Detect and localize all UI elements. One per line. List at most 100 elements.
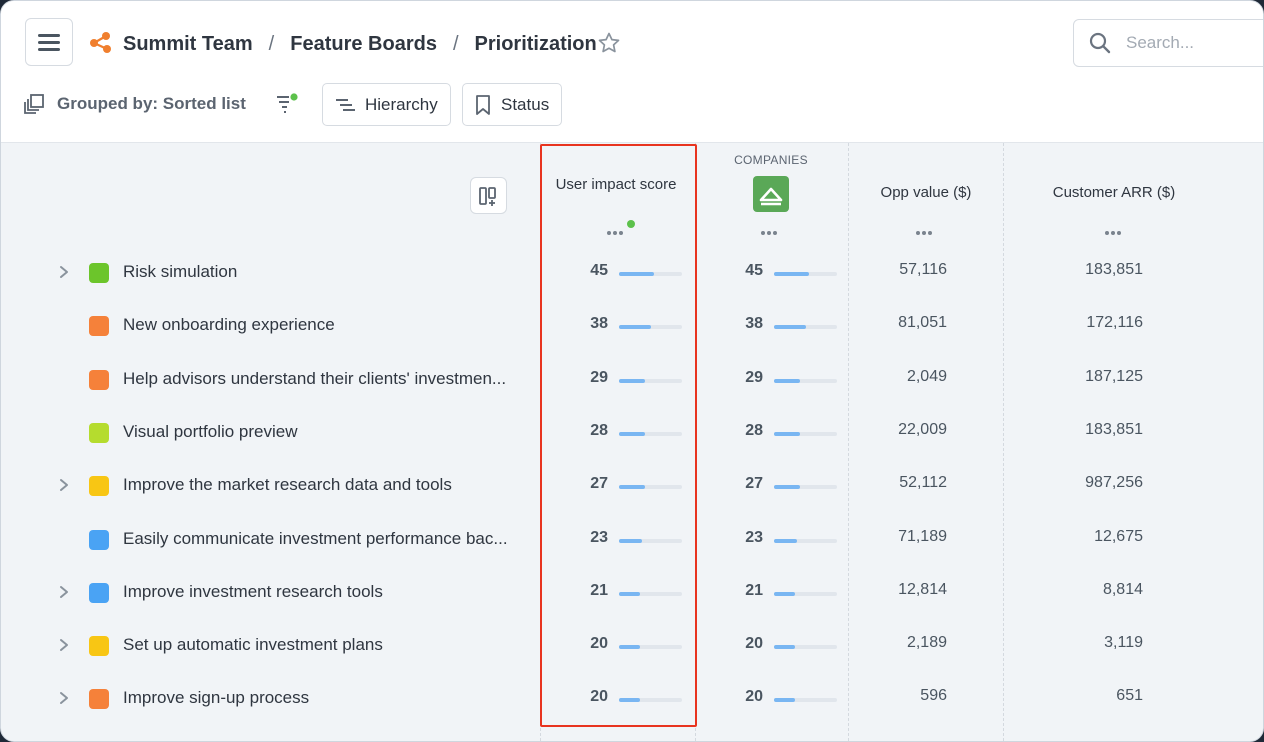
table-row[interactable]: Risk simulation 45 45 57,116 183,851 bbox=[1, 247, 1263, 300]
companies-bar-fill bbox=[774, 325, 806, 330]
breadcrumb-prioritization: Prioritization bbox=[474, 32, 597, 55]
user-impact-bar-fill bbox=[619, 698, 640, 703]
hamburger-icon bbox=[38, 34, 60, 51]
user-impact-bar bbox=[619, 485, 682, 490]
column-menu-icon[interactable] bbox=[607, 230, 627, 236]
search-input[interactable] bbox=[1126, 33, 1246, 53]
feature-title[interactable]: New onboarding experience bbox=[123, 315, 533, 335]
companies-score: 29 bbox=[745, 368, 763, 386]
user-impact-bar bbox=[619, 591, 682, 596]
column-menu-icon[interactable] bbox=[1105, 230, 1125, 236]
menu-button[interactable] bbox=[25, 18, 73, 66]
add-column-icon bbox=[478, 186, 496, 206]
team-logo-icon bbox=[90, 32, 111, 53]
opp-value-cell: 22,009 bbox=[898, 420, 947, 438]
column-header-user-impact[interactable]: User impact score bbox=[546, 175, 686, 194]
feature-title[interactable]: Easily communicate investment performanc… bbox=[123, 529, 533, 549]
bookmark-icon bbox=[476, 94, 490, 115]
user-impact-bar-fill bbox=[619, 272, 654, 276]
table-row[interactable]: Visual portfolio preview 28 28 22,009 183,85… bbox=[1, 407, 1263, 460]
user-impact-bar-fill bbox=[619, 378, 645, 383]
feature-title[interactable]: Visual portfolio preview bbox=[123, 422, 533, 442]
column-filter-indicator bbox=[627, 220, 635, 228]
status-color-square bbox=[89, 369, 109, 390]
companies-integration-icon[interactable] bbox=[753, 176, 789, 212]
opp-value-cell: 52,112 bbox=[899, 474, 947, 492]
column-menu-icon[interactable] bbox=[761, 230, 781, 236]
user-impact-bar bbox=[619, 645, 682, 650]
hierarchy-button[interactable]: Hierarchy bbox=[322, 83, 451, 126]
search-icon bbox=[1089, 32, 1111, 54]
user-impact-score: 45 bbox=[590, 262, 608, 279]
user-impact-bar bbox=[619, 431, 682, 436]
user-impact-bar-fill bbox=[619, 591, 640, 596]
status-color-square bbox=[89, 476, 109, 497]
column-header-customer-arr[interactable]: Customer ARR ($) bbox=[1006, 184, 1222, 201]
breadcrumb-team[interactable]: Summit Team bbox=[123, 33, 253, 56]
breadcrumb-feature-boards[interactable]: Feature Boards bbox=[290, 33, 437, 56]
feature-title[interactable]: Improve investment research tools bbox=[123, 582, 533, 602]
star-icon[interactable] bbox=[597, 31, 621, 55]
companies-score: 38 bbox=[745, 315, 763, 333]
customer-arr-cell: 651 bbox=[1116, 687, 1143, 705]
status-color-square bbox=[89, 636, 109, 657]
user-impact-bar bbox=[619, 538, 682, 543]
group-by-control[interactable]: Grouped by: Sorted list bbox=[23, 93, 246, 115]
table-row[interactable]: Improve investment research tools 21 21 12,… bbox=[1, 567, 1263, 620]
user-impact-score: 23 bbox=[590, 528, 608, 546]
opp-value-cell: 81,051 bbox=[898, 314, 947, 332]
column-header-opp-value[interactable]: Opp value ($) bbox=[851, 184, 1001, 201]
opp-value-cell: 2,189 bbox=[906, 634, 947, 652]
group-by-label: Grouped by: Sorted list bbox=[57, 94, 246, 113]
user-impact-score: 28 bbox=[590, 421, 608, 439]
status-color-square bbox=[89, 689, 109, 710]
column-menu-icon[interactable] bbox=[916, 230, 936, 236]
companies-score: 21 bbox=[745, 581, 763, 599]
companies-bar bbox=[774, 325, 837, 330]
grouping-icon bbox=[24, 94, 44, 114]
user-impact-bar-fill bbox=[619, 325, 651, 330]
add-column-button[interactable] bbox=[470, 177, 507, 214]
customer-arr-cell: 183,851 bbox=[1085, 261, 1143, 278]
opp-value-cell: 596 bbox=[920, 687, 947, 705]
search-box[interactable] bbox=[1073, 19, 1263, 67]
user-impact-bar bbox=[619, 272, 682, 276]
app-window: Summit Team / Feature Boards / Prioritiz… bbox=[0, 0, 1264, 742]
status-color-square bbox=[89, 316, 109, 337]
hierarchy-label: Hierarchy bbox=[365, 94, 438, 114]
user-impact-score: 21 bbox=[590, 581, 608, 599]
companies-bar-fill bbox=[774, 645, 795, 650]
table-row[interactable]: Help advisors understand their clients' … bbox=[1, 354, 1263, 407]
table-row[interactable]: Improve sign-up process 20 20 596 651 bbox=[1, 673, 1263, 726]
chevron-right-icon[interactable] bbox=[57, 265, 71, 279]
table-row[interactable]: New onboarding experience 38 38 81,051 172,1… bbox=[1, 300, 1263, 353]
user-impact-bar-fill bbox=[619, 485, 645, 490]
user-impact-score: 20 bbox=[590, 635, 608, 653]
opp-value-cell: 2,049 bbox=[906, 367, 947, 385]
customer-arr-cell: 3,119 bbox=[1104, 634, 1143, 652]
companies-bar bbox=[774, 485, 837, 490]
chevron-right-icon[interactable] bbox=[57, 478, 71, 492]
breadcrumb-separator: / bbox=[268, 32, 275, 55]
feature-title[interactable]: Improve sign-up process bbox=[123, 688, 533, 708]
status-color-square bbox=[89, 529, 109, 550]
column-group-companies: COMPANIES bbox=[734, 153, 808, 167]
user-impact-score: 20 bbox=[590, 688, 608, 706]
table-row[interactable]: Improve the market research data and too… bbox=[1, 460, 1263, 513]
feature-title[interactable]: Improve the market research data and too… bbox=[123, 475, 533, 495]
feature-title[interactable]: Set up automatic investment plans bbox=[123, 635, 533, 655]
filter-icon[interactable] bbox=[275, 93, 299, 115]
companies-score: 23 bbox=[745, 528, 763, 546]
table-row[interactable]: Easily communicate investment performanc… bbox=[1, 514, 1263, 567]
chevron-right-icon[interactable] bbox=[57, 691, 71, 705]
status-color-square bbox=[89, 582, 109, 603]
customer-arr-cell: 987,256 bbox=[1085, 474, 1143, 492]
chevron-right-icon[interactable] bbox=[57, 585, 71, 599]
table-row[interactable]: Set up automatic investment plans 20 20 2,1… bbox=[1, 620, 1263, 673]
feature-title[interactable]: Risk simulation bbox=[123, 262, 533, 282]
user-impact-bar-fill bbox=[619, 538, 642, 543]
feature-title[interactable]: Help advisors understand their clients' … bbox=[123, 369, 533, 389]
status-button[interactable]: Status bbox=[462, 83, 563, 126]
chevron-right-icon[interactable] bbox=[57, 638, 71, 652]
opp-value-cell: 57,116 bbox=[899, 261, 947, 278]
